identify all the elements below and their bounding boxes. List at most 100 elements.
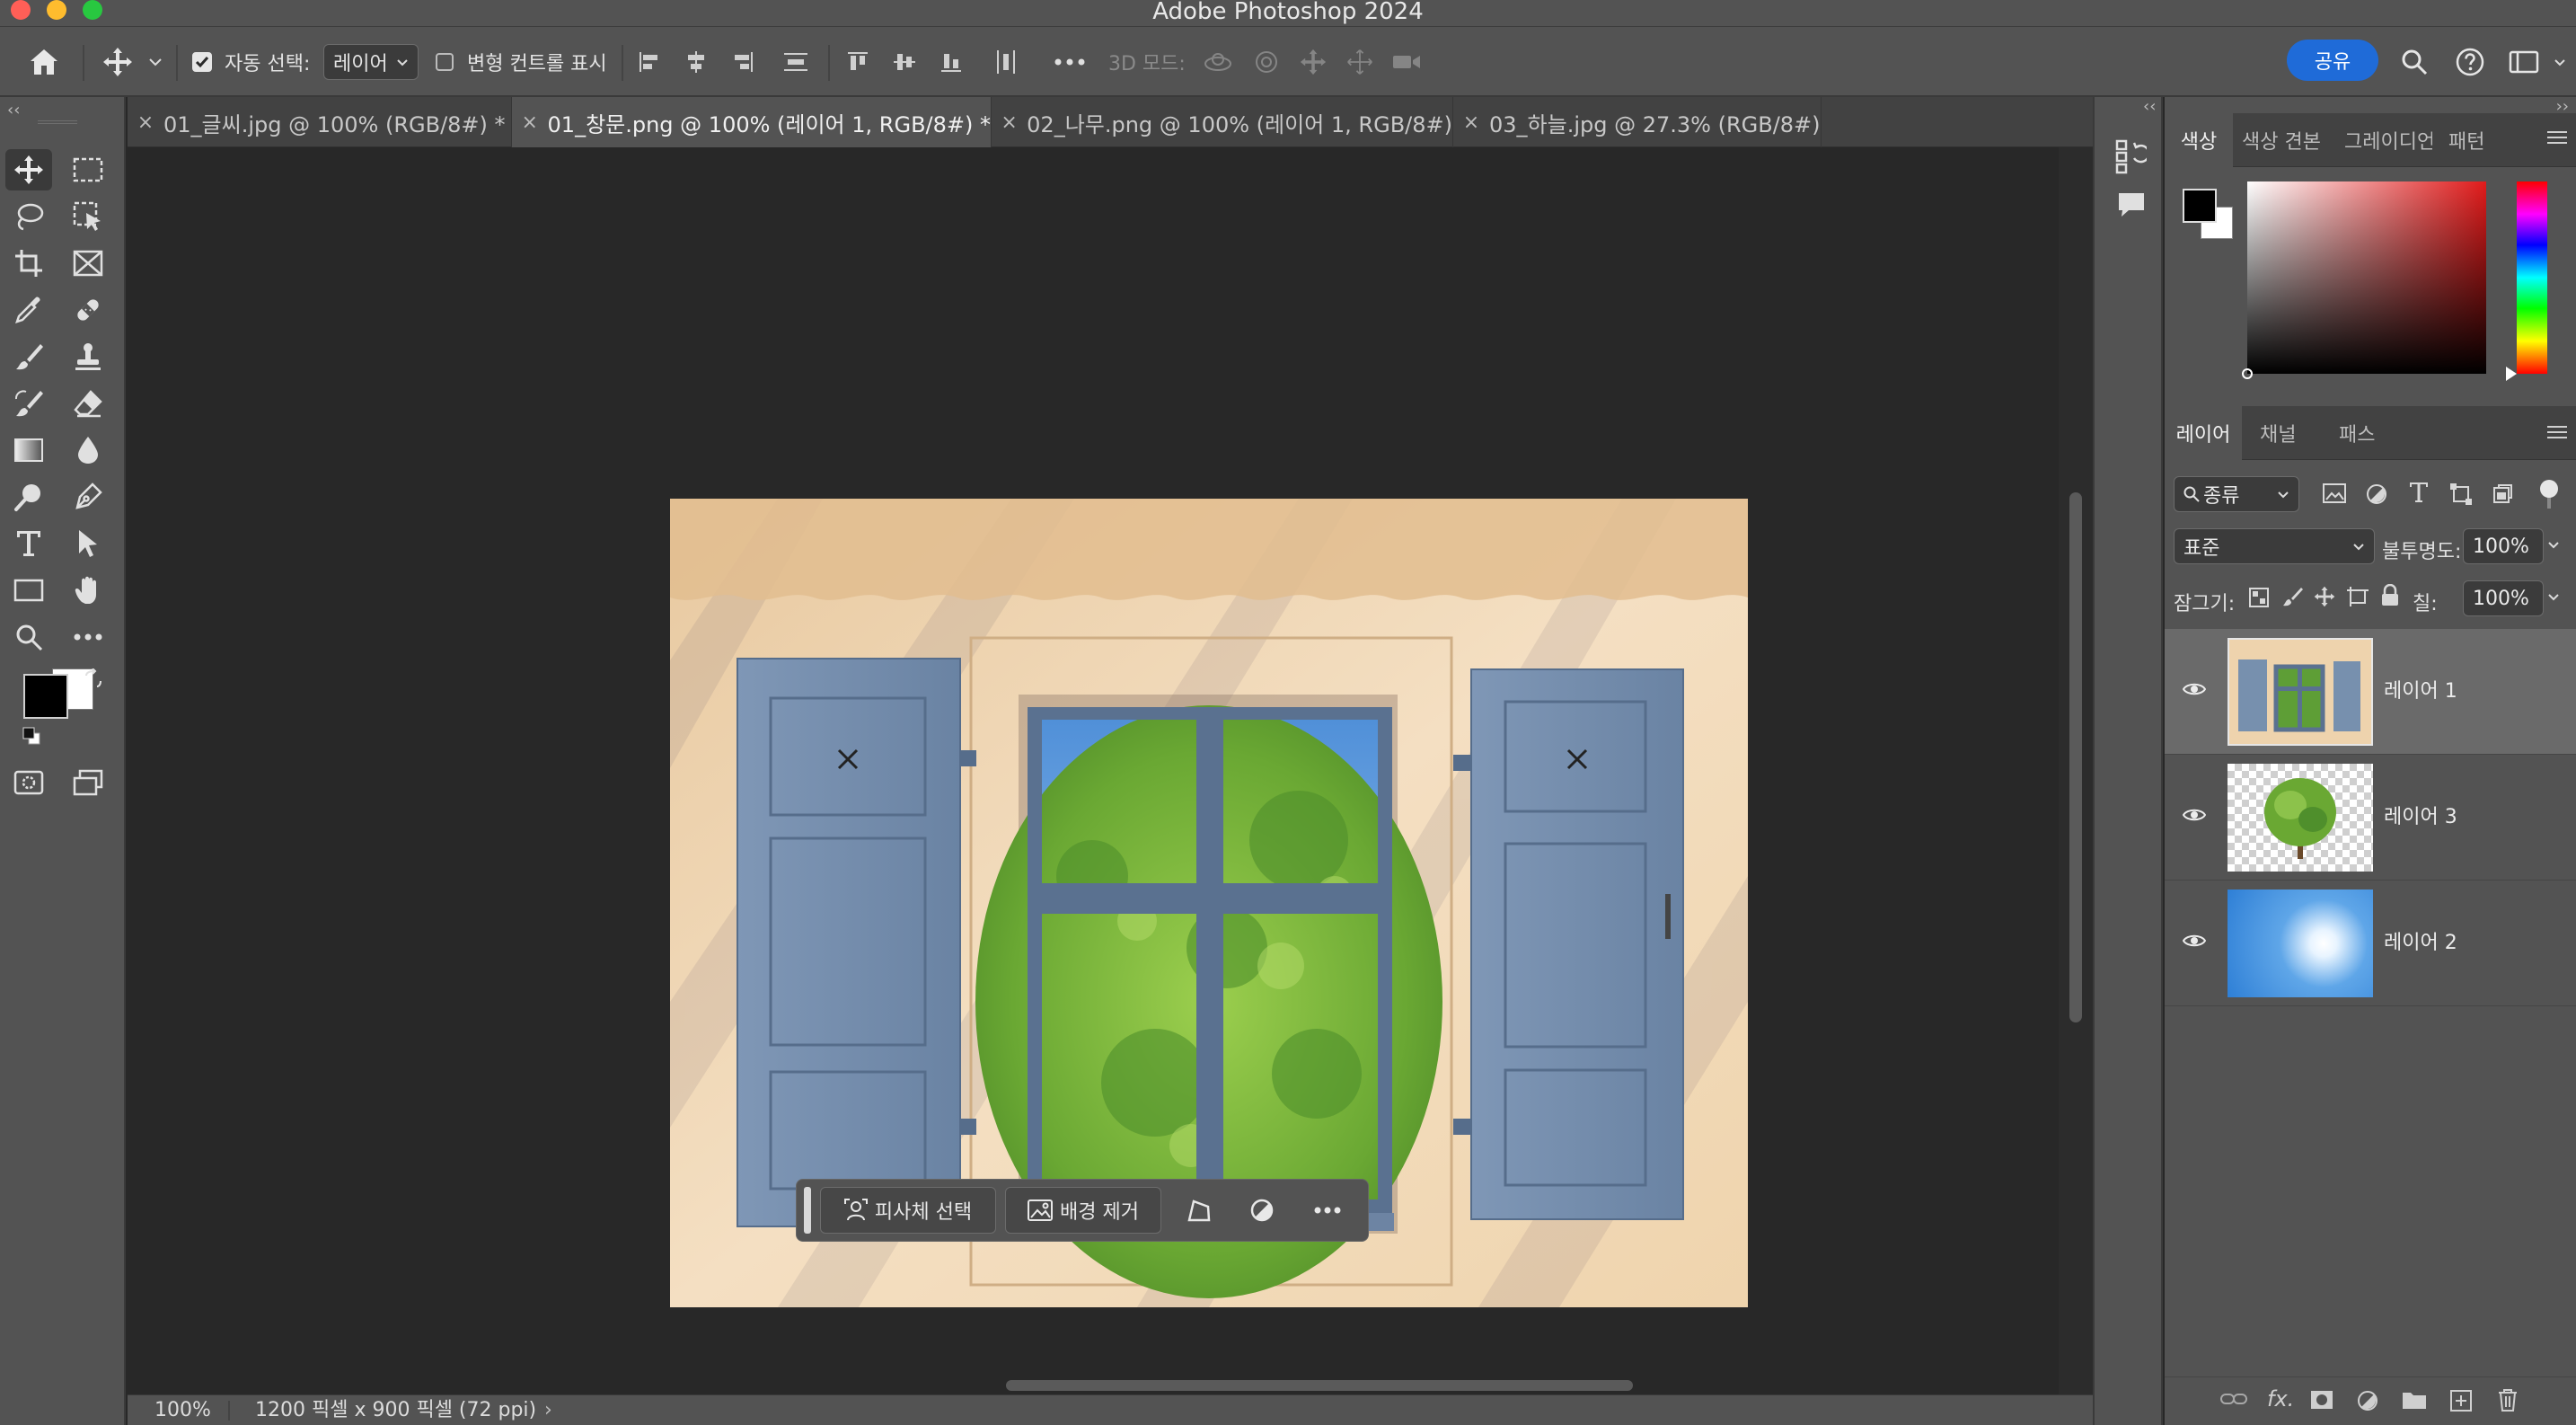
add-mask-button[interactable] xyxy=(2310,1390,2333,1410)
brush-tool[interactable] xyxy=(5,336,52,377)
align-bottom-button[interactable] xyxy=(936,27,966,97)
3d-camera-button[interactable] xyxy=(1389,27,1425,97)
layer-name[interactable]: 레이어 3 xyxy=(2384,755,2457,881)
hue-slider[interactable] xyxy=(2517,181,2547,374)
3d-pan-button[interactable] xyxy=(1295,27,1331,97)
lasso-tool[interactable] xyxy=(5,196,52,237)
layer-row[interactable]: 레이어 1 xyxy=(2165,629,2576,755)
fx-icon[interactable]: fx. xyxy=(2267,1386,2294,1412)
zoom-level[interactable]: 100% xyxy=(154,1395,211,1425)
layer-row[interactable]: 레이어 2 xyxy=(2165,881,2576,1006)
3d-roll-button[interactable] xyxy=(1248,27,1284,97)
align-left-button[interactable] xyxy=(634,27,665,97)
tool-preset-dropdown[interactable] xyxy=(144,27,167,97)
history-panel-button[interactable] xyxy=(2114,138,2147,174)
edit-toolbar-button[interactable] xyxy=(65,616,111,658)
healing-brush-tool[interactable] xyxy=(65,289,111,331)
filter-smart-object-button[interactable] xyxy=(2492,483,2513,505)
close-tab-icon[interactable]: × xyxy=(992,111,1027,134)
quick-mask-button[interactable] xyxy=(5,762,52,803)
remove-background-button[interactable]: 배경 제거 xyxy=(1005,1187,1161,1234)
auto-select-target-select[interactable]: 레이어 xyxy=(323,44,419,80)
tab-01-text[interactable]: × 01_글씨.jpg @ 100% (RGB/8#) * xyxy=(128,97,512,147)
vertical-scrollbar-track[interactable] xyxy=(2059,147,2093,1394)
layer-name[interactable]: 레이어 1 xyxy=(2384,629,2457,755)
eyedropper-tool[interactable] xyxy=(5,289,52,331)
close-tab-icon[interactable]: × xyxy=(512,111,548,134)
tab-swatches[interactable]: 색상 견본 xyxy=(2242,113,2321,167)
new-layer-button[interactable] xyxy=(2450,1390,2472,1412)
type-tool[interactable] xyxy=(5,523,52,564)
tab-02-tree[interactable]: × 02_나무.png @ 100% (레이어 1, RGB/8#) xyxy=(992,97,1453,147)
canvas-area[interactable]: 피사체 선택 배경 제거 xyxy=(128,147,2059,1394)
panel-menu-icon[interactable] xyxy=(2547,129,2567,146)
3d-slide-button[interactable] xyxy=(1342,27,1378,97)
search-button[interactable] xyxy=(2396,27,2432,97)
adjustment-button[interactable] xyxy=(1237,1187,1287,1234)
home-button[interactable] xyxy=(22,27,66,97)
dodge-tool[interactable] xyxy=(5,476,52,518)
tab-paths[interactable]: 패스 xyxy=(2339,406,2375,460)
toolbar-grip[interactable] xyxy=(38,120,77,124)
layer-filter-select[interactable]: 종류 xyxy=(2174,476,2299,512)
pen-tool[interactable] xyxy=(65,476,111,518)
collapse-toolbar-icon[interactable]: ‹‹ xyxy=(7,101,20,119)
help-button[interactable] xyxy=(2452,27,2488,97)
filter-toggle[interactable] xyxy=(2540,480,2558,509)
color-field[interactable] xyxy=(2242,181,2486,379)
move-tool[interactable] xyxy=(5,149,52,190)
move-tool-preset[interactable] xyxy=(97,27,138,97)
layers-panel-menu-icon[interactable] xyxy=(2547,424,2567,440)
color-picker-handle[interactable] xyxy=(2242,368,2253,379)
new-adjustment-button[interactable] xyxy=(2357,1390,2378,1412)
tab-channels[interactable]: 채널 xyxy=(2260,406,2296,460)
select-subject-button[interactable]: 피사체 선택 xyxy=(820,1187,996,1234)
task-bar-grip[interactable] xyxy=(804,1187,811,1234)
auto-select-checkbox[interactable] xyxy=(190,27,214,97)
delete-layer-button[interactable] xyxy=(2497,1388,2519,1412)
workspace-button[interactable] xyxy=(2504,27,2544,97)
align-vertical-center-button[interactable] xyxy=(889,27,920,97)
visibility-toggle[interactable] xyxy=(2183,807,2206,823)
lock-all-button[interactable] xyxy=(2380,584,2400,607)
tab-color[interactable]: 색상 xyxy=(2165,113,2233,167)
frame-tool[interactable] xyxy=(65,243,111,284)
eraser-tool[interactable] xyxy=(65,383,111,424)
tab-gradients[interactable]: 그레이디언 xyxy=(2344,113,2432,167)
align-horizontal-center-button[interactable] xyxy=(681,27,711,97)
share-button[interactable]: 공유 xyxy=(2287,40,2378,81)
marquee-tool[interactable] xyxy=(65,149,111,190)
default-colors-button[interactable] xyxy=(22,726,41,746)
object-selection-tool[interactable] xyxy=(65,196,111,237)
clone-stamp-tool[interactable] xyxy=(65,336,111,377)
distribute-vertical-button[interactable] xyxy=(780,27,812,97)
tab-03-sky[interactable]: × 03_하늘.jpg @ 27.3% (RGB/8#) xyxy=(1453,97,1822,147)
zoom-tool[interactable] xyxy=(5,616,52,658)
opacity-dropdown[interactable] xyxy=(2547,541,2560,549)
foreground-color-chip[interactable] xyxy=(2183,189,2217,223)
hue-slider-handle[interactable] xyxy=(2506,367,2517,381)
lock-position-button[interactable] xyxy=(2314,586,2335,607)
filter-type-button[interactable] xyxy=(2409,482,2429,503)
filter-shape-button[interactable] xyxy=(2450,483,2472,505)
lock-artboard-button[interactable] xyxy=(2346,586,2369,607)
close-tab-icon[interactable]: × xyxy=(1453,111,1489,134)
show-transform-checkbox[interactable] xyxy=(433,27,456,97)
lock-pixels-button[interactable] xyxy=(2281,586,2303,607)
close-tab-icon[interactable]: × xyxy=(128,111,163,134)
align-top-button[interactable] xyxy=(842,27,873,97)
fill-dropdown[interactable] xyxy=(2547,593,2560,601)
blend-mode-select[interactable]: 표준 xyxy=(2174,528,2375,564)
layer-name[interactable]: 레이어 2 xyxy=(2384,881,2457,1006)
visibility-toggle[interactable] xyxy=(2183,933,2206,949)
align-right-button[interactable] xyxy=(728,27,758,97)
vertical-scrollbar[interactable] xyxy=(2069,492,2082,1022)
transform-button[interactable] xyxy=(1174,1187,1224,1234)
new-group-button[interactable] xyxy=(2402,1390,2427,1410)
more-options-button[interactable] xyxy=(1051,27,1089,97)
collapse-strip-icon[interactable]: ‹‹ xyxy=(2143,97,2156,116)
distribute-horizontal-button[interactable] xyxy=(992,27,1020,97)
layer-row[interactable]: 레이어 3 xyxy=(2165,755,2576,881)
gradient-tool[interactable] xyxy=(5,429,52,471)
link-layers-button[interactable] xyxy=(2220,1392,2247,1406)
